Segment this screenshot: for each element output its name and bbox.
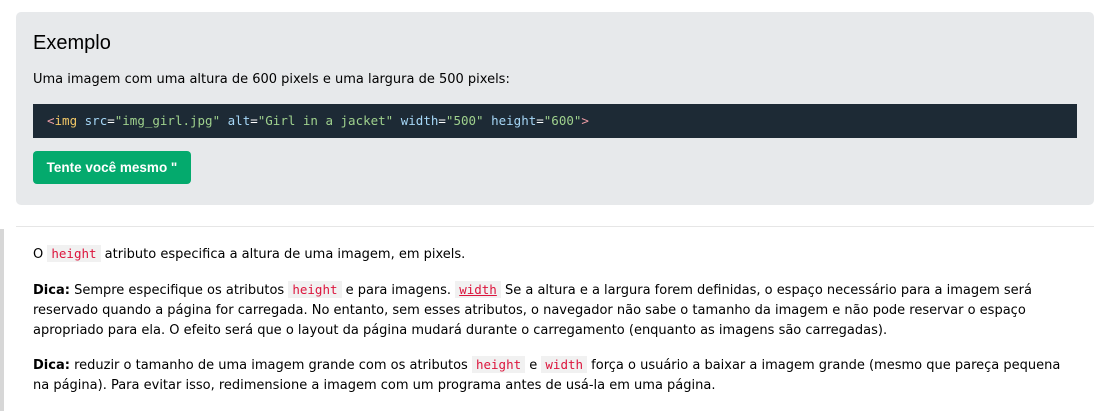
code-value-height: "600": [543, 113, 582, 128]
p3-text-2: e: [525, 358, 542, 373]
tip-label: Dica:: [33, 283, 70, 298]
code-block: <img src="img_girl.jpg" alt="Girl in a j…: [33, 104, 1077, 138]
code-attr-height: height: [491, 113, 537, 128]
p1-text-after: atributo especifica a altura de uma imag…: [100, 247, 466, 262]
left-edge-bar: [0, 229, 4, 411]
example-box: Exemplo Uma imagem com uma altura de 600…: [16, 12, 1094, 205]
inline-code-height: height: [471, 356, 526, 373]
code-value-alt: "Girl in a jacket": [257, 113, 394, 128]
paragraph-height-attribute: O height atributo especifica a altura de…: [33, 244, 1073, 265]
inline-code-width-link[interactable]: width: [455, 281, 501, 298]
inline-code-height: height: [47, 245, 101, 262]
code-tag-name: img: [54, 113, 78, 128]
p2-text-1: Sempre especifique os atributos: [69, 283, 289, 298]
code-attr-width: width: [400, 113, 439, 128]
code-tag-open: <: [47, 113, 55, 128]
code-value-width: "500": [445, 113, 484, 128]
try-it-yourself-button[interactable]: Tente você mesmo ": [33, 151, 191, 184]
code-attr-src: src: [84, 113, 108, 128]
p2-text-2: e para imagens.: [341, 283, 456, 298]
code-tag-close: >: [581, 113, 589, 128]
paragraph-tip-2: Dica: reduzir o tamanho de uma imagem gr…: [33, 355, 1073, 396]
example-title: Exemplo: [33, 32, 111, 54]
tip-label: Dica:: [33, 358, 70, 373]
inline-code-height: height: [288, 281, 342, 298]
p1-text-before: O: [33, 247, 48, 262]
paragraph-tip-1: Dica: Sempre especifique os atributos he…: [33, 280, 1073, 341]
code-attr-alt: alt: [227, 113, 251, 128]
inline-code-width: width: [541, 356, 588, 373]
example-description: Uma imagem com uma altura de 600 pixels …: [33, 72, 510, 87]
p3-text-1: reduzir o tamanho de uma imagem grande c…: [69, 358, 472, 373]
divider: [16, 226, 1094, 227]
code-value-src: "img_girl.jpg": [114, 113, 221, 128]
